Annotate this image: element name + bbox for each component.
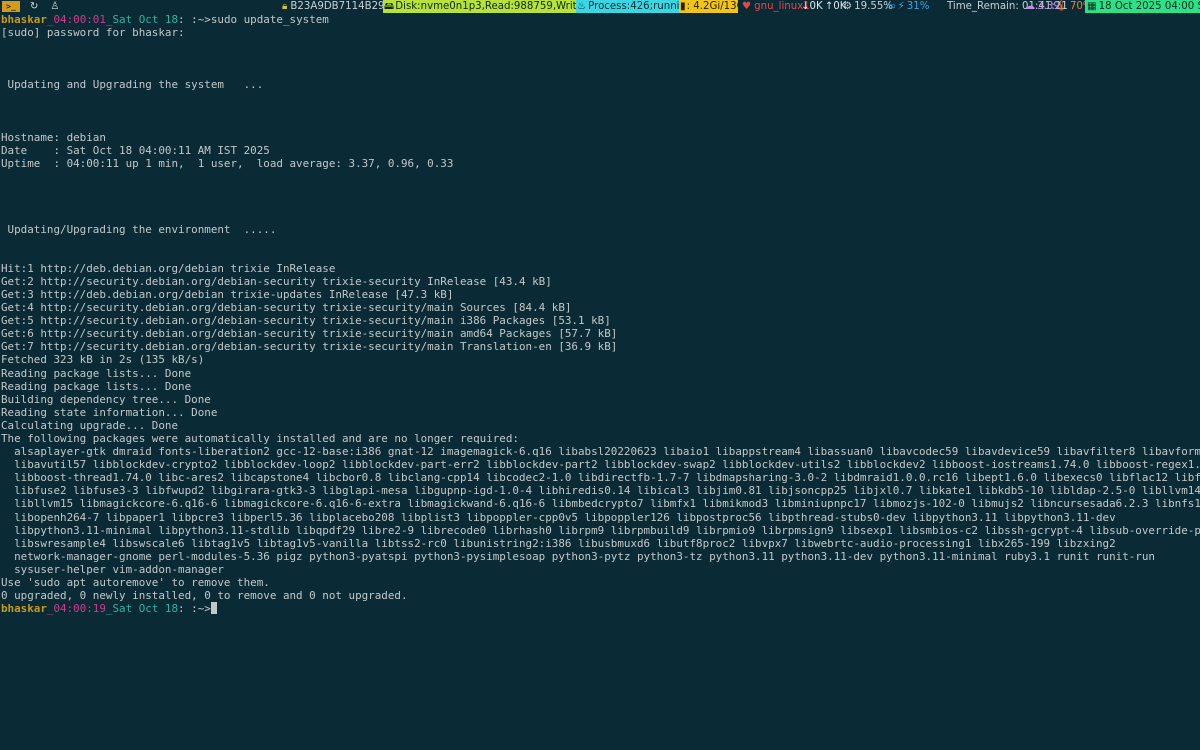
output-line: libavutil57 libblockdev-crypto2 libblock… (1, 458, 1200, 472)
output-line: Get:6 http://security.debian.org/debian-… (1, 327, 618, 341)
terminal-icon[interactable]: >_ (2, 1, 20, 12)
output-line: Hit:1 http://deb.debian.org/debian trixi… (1, 261, 336, 275)
output-line: The following packages were automaticall… (1, 432, 519, 445)
output-line: [sudo] password for bhaskar: (1, 26, 185, 40)
heart-icon: ♥ (742, 1, 752, 12)
output-line: Get:3 http://deb.debian.org/debian trixi… (1, 287, 454, 301)
terminal-window[interactable]: bhaskar_04:00:01_Sat Oct 18: :~>sudo upd… (1, 13, 1200, 750)
prompt-time: _04:00:19 (46, 602, 106, 616)
output-line: Reading package lists... Done (1, 379, 192, 393)
prompt-time: _04:00:01 (46, 13, 106, 26)
statusbar-left-icons: >_ ↻ ♙ (0, 0, 59, 13)
output-line: Calculating upgrade... Done (1, 418, 179, 432)
network-widget: ↓ 0K ↑ 0K (801, 0, 846, 13)
load-icon: ☁ (1025, 1, 1036, 12)
disk-text: Disk:nvme0n1p3,Read:988759,Write:131597 (395, 1, 576, 12)
battery-widget: ▭ ⚡ 31% (886, 0, 929, 13)
bolt-icon: ⚡ (897, 1, 905, 12)
output-line: alsaplayer-gtk dmraid fonts-liberation2 … (1, 445, 1200, 459)
output-line: Uptime : 04:00:11 up 1 min, 1 user, load… (1, 157, 454, 171)
output-line: Reading package lists... Done (1, 366, 192, 380)
output-line: Get:5 http://security.debian.org/debian-… (1, 314, 611, 328)
process-icon: ♨ (577, 1, 587, 12)
output-line: libfuse2 libfuse3-3 libfwupd2 libgirara-… (1, 484, 1200, 498)
thermometer-icon: 🌡︎ (1055, 1, 1068, 12)
linux-icon[interactable]: ♙ (50, 0, 59, 13)
output-line: libboost-thread1.74.0 libc-ares2 libcaps… (1, 471, 1200, 485)
output-line: Hostname: debian (1, 130, 106, 144)
typed-command: sudo update_system (210, 13, 329, 26)
output-line: Updating and Upgrading the system ... (1, 78, 264, 92)
upload-icon: ↑ (824, 1, 834, 12)
memory-widget: ▮ : 4.2Gi/13Gi (679, 0, 738, 13)
prompt-user: bhaskar (1, 602, 47, 616)
output-line: libpython3.11-minimal libpython3.11-stdl… (1, 523, 1200, 537)
output-line: 0 upgraded, 0 newly installed, 0 to remo… (1, 589, 408, 603)
battery-icon: ▭ (886, 1, 896, 12)
output-line: Building dependency tree... Done (1, 392, 211, 406)
memory-text: : 4.2Gi/13Gi (686, 1, 738, 12)
prompt-date: _Sat Oct 18 (105, 602, 179, 616)
output-line: Get:7 http://security.debian.org/debian-… (1, 340, 618, 354)
prompt-path: : :~> (178, 602, 211, 616)
output-line: Date : Sat Oct 18 04:00:11 AM IST 2025 (1, 143, 270, 157)
output-line: Updating/Upgrading the environment ..... (1, 222, 277, 236)
prompt-line-active[interactable]: bhaskar_04:00:19_Sat Oct 18: :~> (1, 602, 1200, 615)
datetime-text: 18 Oct 2025 04:00 Sat (1098, 1, 1200, 12)
output-line: libllvm15 libmagickcore-6.q16-6 libmagic… (1, 497, 1200, 511)
disk-widget: 🖴︎ Disk:nvme0n1p3,Read:988759,Write:1315… (383, 0, 576, 13)
status-bar: >_ ↻ ♙ 🔒︎ B23A9DB7114B2915 🖴︎ Disk:nvme0… (0, 0, 1200, 13)
process-widget: ♨ Process:426;running:4 (576, 0, 679, 13)
datetime-widget[interactable]: ▦ 18 Oct 2025 04:00 Sat (1085, 0, 1200, 13)
host-id-text: B23A9DB7114B2915 (290, 1, 398, 12)
net-down-text: 0K (809, 1, 823, 12)
battery-text: 31% (906, 1, 930, 12)
calendar-icon: ▦ (1087, 1, 1097, 12)
terminal-cursor (210, 602, 217, 615)
output-line: Get:2 http://security.debian.org/debian-… (1, 274, 552, 288)
output-line: Fetched 323 kB in 2s (135 kB/s) (1, 353, 205, 367)
download-icon: ↓ (801, 1, 810, 12)
output-line: libswresample4 libswscale6 libtag1v5 lib… (1, 536, 1116, 550)
output-line: Reading state information... Done (1, 405, 218, 419)
gear-icon: ⚙ (843, 1, 853, 12)
output-line: Get:4 http://security.debian.org/debian-… (1, 301, 572, 315)
process-text: Process:426;running:4 (588, 1, 679, 12)
kernel-widget: ♥ gnu_linux1 (742, 0, 810, 13)
prompt-path: : :~> (178, 13, 211, 26)
prompt-line: bhaskar_04:00:01_Sat Oct 18: :~>sudo upd… (1, 13, 1200, 26)
refresh-icon[interactable]: ↻ (30, 0, 38, 13)
output-line: Use 'sudo apt autoremove' to remove them… (1, 576, 270, 590)
output-line: network-manager-gnome perl-modules-5.36 … (1, 549, 1155, 563)
memory-icon: ▮ (680, 1, 686, 12)
prompt-date: _Sat Oct 18 (105, 13, 179, 26)
lock-icon: 🔒︎ (282, 1, 288, 12)
host-id: 🔒︎ B23A9DB7114B2915 (282, 0, 398, 13)
terminal-output: [sudo] password for bhaskar: Updating an… (1, 26, 1200, 602)
output-line: sysuser-helper vim-addon-manager (1, 562, 224, 576)
prompt-user: bhaskar (1, 13, 47, 26)
disk-icon: 🖴︎ (384, 1, 395, 12)
output-line: libopenh264-7 libpaper1 libpcre3 libperl… (1, 510, 1116, 524)
